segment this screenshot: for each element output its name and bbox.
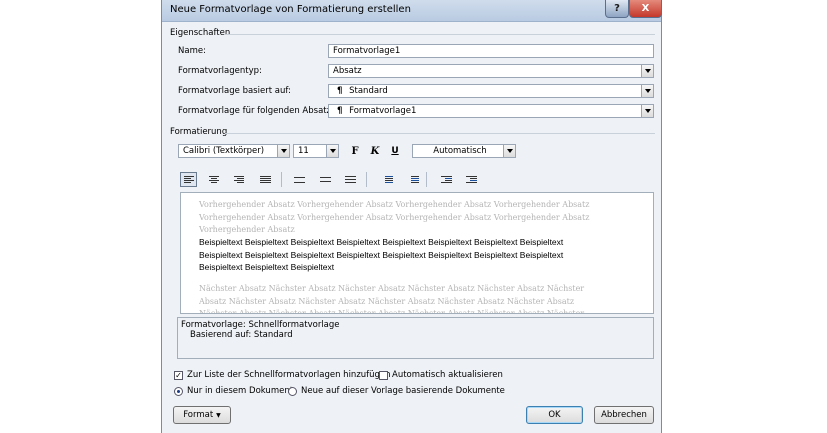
toolbar-divider xyxy=(281,172,282,187)
preview-previous-paragraph: Vorhergehender Absatz Vorhergehender Abs… xyxy=(199,200,590,234)
font-color-select[interactable]: Automatisch xyxy=(412,144,516,158)
pilcrow-icon: ¶ xyxy=(337,86,343,96)
formatting-heading: Formatierung xyxy=(170,127,228,137)
cancel-button[interactable]: Abbrechen xyxy=(594,406,654,424)
formatting-divider xyxy=(225,133,655,134)
line-spacing-single-icon[interactable] xyxy=(291,172,308,187)
name-input[interactable]: Formatvorlage1 xyxy=(328,44,654,58)
next-style-label: Formatvorlage für folgenden Absatz: xyxy=(178,106,334,116)
font-size-value: 11 xyxy=(298,146,309,156)
indent-decrease-icon[interactable] xyxy=(435,172,452,187)
properties-heading: Eigenschaften xyxy=(170,28,231,38)
name-label: Name: xyxy=(178,46,206,56)
next-style-select[interactable]: ¶ Formatvorlage1 xyxy=(328,104,654,118)
chevron-down-icon: ▼ xyxy=(216,411,221,419)
style-type-select[interactable]: Absatz xyxy=(328,64,654,78)
toolbar-divider xyxy=(366,172,367,187)
based-on-value: Standard xyxy=(349,86,388,96)
space-before-decrease-icon[interactable] xyxy=(402,172,419,187)
font-value: Calibri (Textkörper) xyxy=(183,146,265,156)
align-left-icon[interactable] xyxy=(180,172,197,187)
bold-button[interactable]: F xyxy=(347,143,363,159)
align-center-icon[interactable] xyxy=(205,172,222,187)
ok-button[interactable]: OK xyxy=(526,406,583,424)
only-this-document-radio[interactable] xyxy=(174,387,183,396)
font-select[interactable]: Calibri (Textkörper) xyxy=(178,144,290,158)
font-size-select[interactable]: 11 xyxy=(293,144,339,158)
title-bar[interactable]: Neue Formatvorlage von Formatierung erst… xyxy=(162,0,662,22)
next-style-value: Formatvorlage1 xyxy=(349,106,417,116)
close-icon[interactable]: X xyxy=(629,0,662,18)
preview-sample-text: Beispieltext Beispieltext Beispieltext B… xyxy=(199,237,564,272)
chevron-down-icon[interactable] xyxy=(641,105,653,117)
line-spacing-double-icon[interactable] xyxy=(342,172,359,187)
style-description: Formatvorlage: Schnellformatvorlage Basi… xyxy=(177,317,654,359)
chevron-down-icon[interactable] xyxy=(641,85,653,97)
chevron-down-icon[interactable] xyxy=(326,145,338,157)
add-to-quick-styles-checkbox[interactable]: ✓ xyxy=(174,371,183,380)
new-documents-label[interactable]: Neue auf dieser Vorlage basierende Dokum… xyxy=(301,386,505,396)
chevron-down-icon[interactable] xyxy=(503,145,515,157)
new-documents-radio[interactable] xyxy=(288,387,297,396)
style-type-value: Absatz xyxy=(333,66,362,76)
toolbar-divider xyxy=(426,172,427,187)
pilcrow-icon: ¶ xyxy=(337,106,343,116)
based-on-select[interactable]: ¶ Standard xyxy=(328,84,654,98)
description-line-1: Formatvorlage: Schnellformatvorlage xyxy=(181,320,340,330)
underline-button[interactable]: U xyxy=(387,143,403,159)
format-menu-button[interactable]: Format ▼ xyxy=(173,406,231,424)
space-before-increase-icon[interactable] xyxy=(376,172,393,187)
auto-update-label[interactable]: Automatisch aktualisieren xyxy=(392,370,503,380)
style-type-label: Formatvorlagentyp: xyxy=(178,66,262,76)
properties-divider xyxy=(225,34,655,35)
chevron-down-icon[interactable] xyxy=(277,145,289,157)
chevron-down-icon[interactable] xyxy=(641,65,653,77)
add-to-quick-styles-label[interactable]: Zur Liste der Schnellformatvorlagen hinz… xyxy=(187,370,391,380)
dialog-title: Neue Formatvorlage von Formatierung erst… xyxy=(170,4,411,15)
italic-button[interactable]: K xyxy=(367,143,383,159)
help-icon[interactable]: ? xyxy=(605,0,629,18)
indent-increase-icon[interactable] xyxy=(460,172,477,187)
only-this-document-label[interactable]: Nur in diesem Dokument xyxy=(187,386,293,396)
line-spacing-onehalf-icon[interactable] xyxy=(317,172,334,187)
description-line-2: Basierend auf: Standard xyxy=(190,330,293,340)
align-right-icon[interactable] xyxy=(230,172,247,187)
auto-update-checkbox[interactable] xyxy=(379,371,388,380)
based-on-label: Formatvorlage basiert auf: xyxy=(178,86,291,96)
format-button-label: Format xyxy=(183,410,214,420)
justify-icon[interactable] xyxy=(257,172,274,187)
style-preview: Vorhergehender Absatz Vorhergehender Abs… xyxy=(180,192,654,314)
preview-next-paragraph: Nächster Absatz Nächster Absatz Nächster… xyxy=(199,284,585,314)
font-color-value: Automatisch xyxy=(433,146,487,156)
